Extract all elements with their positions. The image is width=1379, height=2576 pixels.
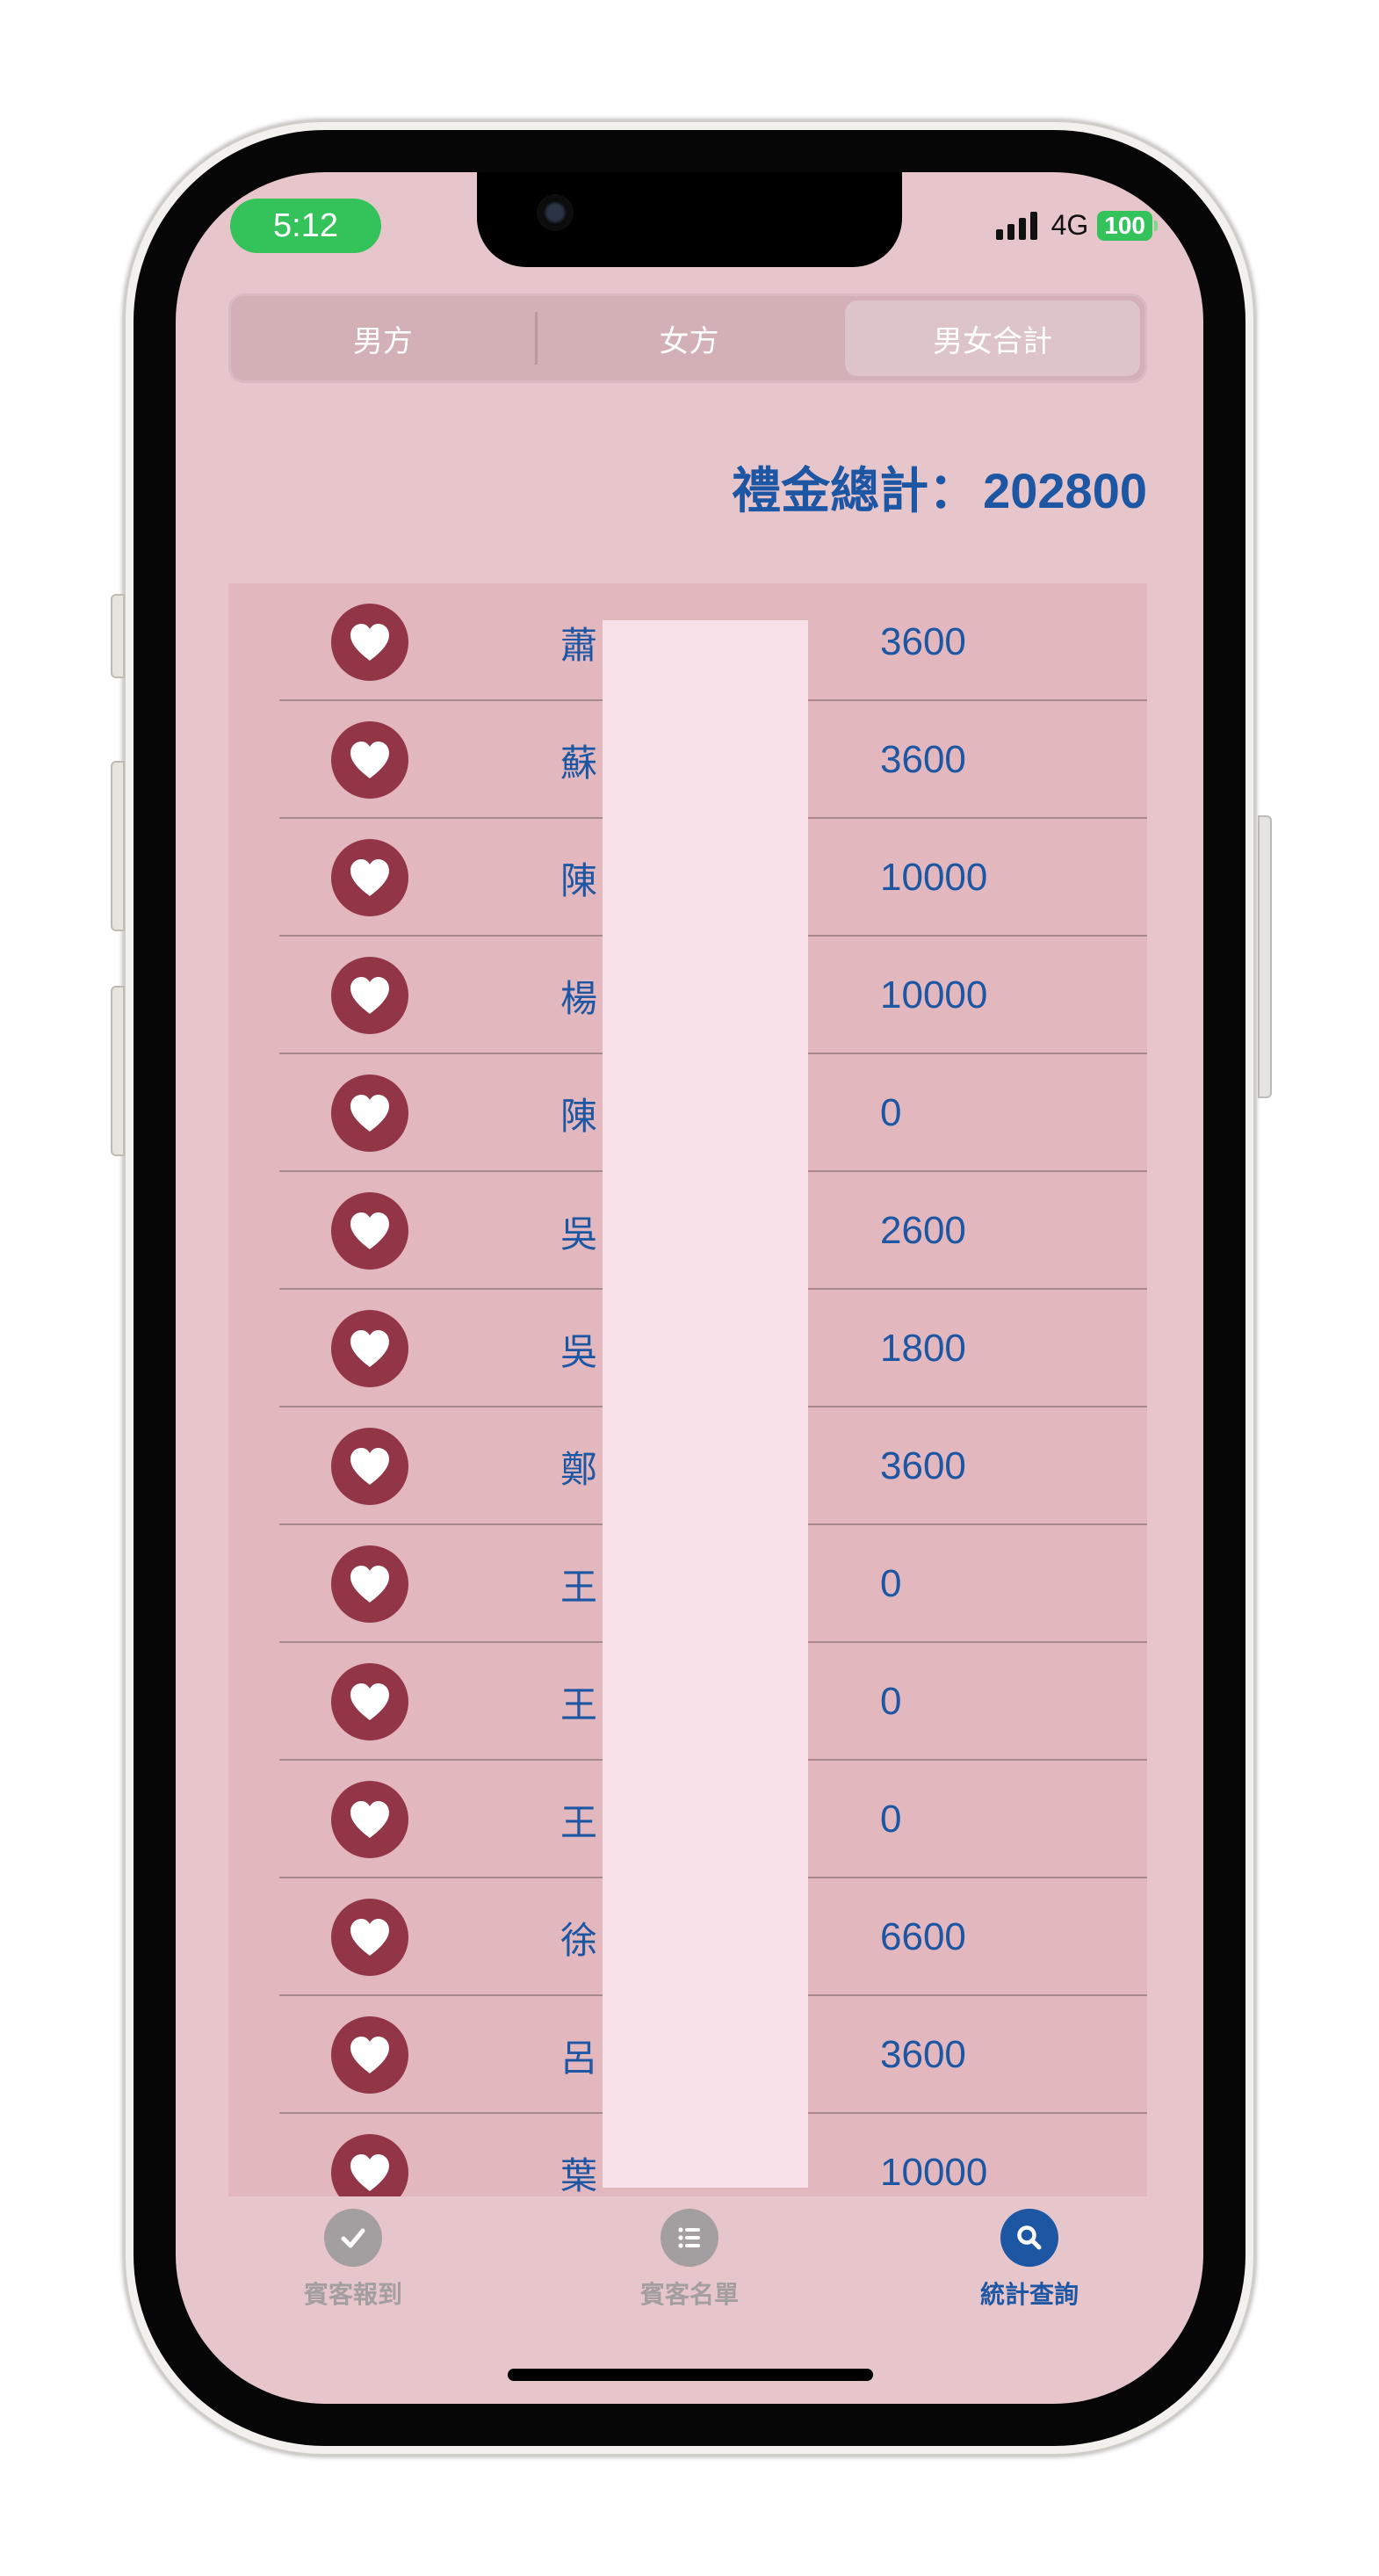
guest-name: 王	[560, 1682, 598, 1726]
battery-level: 100	[1097, 210, 1152, 241]
guest-name: 王	[560, 1800, 598, 1844]
heart-icon	[331, 1192, 408, 1270]
gift-total-label: 禮金總計：	[732, 463, 978, 520]
list-icon	[661, 2209, 718, 2267]
tab-statistics[interactable]: 統計查詢	[942, 2209, 1117, 2311]
silent-switch	[111, 594, 125, 678]
gift-total-value: 202800	[983, 463, 1147, 518]
tab-checkin[interactable]: 賓客報到	[265, 2209, 441, 2311]
gift-amount: 0	[880, 1680, 902, 1723]
tab-guest-list-label: 賓客名單	[639, 2280, 739, 2309]
guest-name: 蘇	[560, 741, 598, 785]
network-type: 4G	[1050, 209, 1089, 241]
tab-bar: 賓客報到 賓客名單 統計查詢	[176, 2193, 1203, 2309]
heart-icon	[331, 721, 408, 799]
side-button	[1258, 815, 1272, 1098]
gift-amount: 3600	[880, 620, 966, 663]
app-screen: 5:12 4G 100 男方 女方 男女合計 禮金總計： 202800 蕭 360…	[176, 172, 1203, 2404]
search-icon	[1000, 2209, 1058, 2267]
guest-name: 鄭	[560, 1447, 598, 1491]
heart-icon	[331, 1781, 408, 1858]
heart-icon	[331, 1899, 408, 1976]
signal-icon	[995, 211, 1037, 240]
gift-amount: 0	[880, 1091, 902, 1134]
guest-name: 徐	[560, 1918, 598, 1962]
heart-icon	[331, 604, 408, 681]
heart-icon	[331, 1075, 408, 1152]
gift-amount: 10000	[880, 973, 988, 1017]
heart-icon	[331, 1545, 408, 1623]
guest-name: 呂	[560, 2036, 598, 2080]
battery-icon: 100	[1097, 210, 1158, 241]
gift-amount: 0	[880, 1798, 902, 1841]
home-indicator	[508, 2369, 873, 2381]
gift-amount: 3600	[880, 2033, 966, 2076]
tab-statistics-label: 統計查詢	[979, 2280, 1079, 2309]
gift-amount: 2600	[880, 1209, 966, 1252]
status-time: 5:12	[230, 199, 381, 253]
heart-icon	[331, 1428, 408, 1505]
gift-amount: 6600	[880, 1915, 966, 1958]
segment-male-side[interactable]: 男方	[235, 300, 531, 376]
gift-amount: 0	[880, 1562, 902, 1605]
tab-checkin-label: 賓客報到	[303, 2280, 402, 2309]
segment-divider	[534, 312, 538, 365]
volume-up-button	[111, 761, 125, 931]
guest-name: 陳	[560, 858, 598, 902]
guest-name: 蕭	[560, 623, 598, 667]
heart-icon	[331, 957, 408, 1034]
gift-amount: 10000	[880, 2151, 988, 2194]
segment-female-side[interactable]: 女方	[542, 300, 837, 376]
heart-icon	[331, 839, 408, 916]
guest-name: 葉	[560, 2153, 598, 2197]
guest-name: 吳	[560, 1329, 598, 1373]
segmented-control: 男方 女方 男女合計	[228, 293, 1147, 383]
tab-guest-list[interactable]: 賓客名單	[602, 2209, 777, 2311]
heart-icon	[331, 2016, 408, 2094]
gift-amount: 3600	[880, 1444, 966, 1487]
gift-amount: 3600	[880, 738, 966, 781]
gift-total: 禮金總計： 202800	[732, 452, 1147, 523]
volume-down-button	[111, 986, 125, 1156]
heart-icon	[331, 2134, 408, 2196]
gift-amount: 10000	[880, 856, 988, 899]
check-icon	[324, 2209, 382, 2267]
segment-combined[interactable]: 男女合計	[845, 300, 1141, 376]
gift-amount: 1800	[880, 1327, 966, 1370]
redaction-block	[603, 620, 808, 2188]
guest-name: 王	[560, 1565, 598, 1609]
heart-icon	[331, 1310, 408, 1387]
guest-name: 楊	[560, 976, 598, 1020]
guest-name: 陳	[560, 1094, 598, 1138]
status-indicators: 4G 100	[995, 209, 1158, 242]
camera	[537, 194, 574, 231]
heart-icon	[331, 1663, 408, 1740]
guest-name: 吳	[560, 1212, 598, 1255]
